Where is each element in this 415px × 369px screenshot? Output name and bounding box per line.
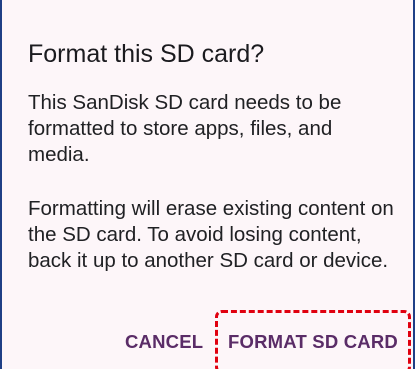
format-sd-card-dialog: Format this SD card? This SanDisk SD car… [0, 0, 415, 369]
dialog-title: Format this SD card? [28, 40, 265, 68]
dialog-actions: CANCEL FORMAT SD CARD [2, 310, 415, 369]
dialog-message-paragraph-1: This SanDisk SD card needs to be formatt… [28, 91, 342, 166]
cancel-button[interactable]: CANCEL [125, 324, 203, 360]
format-sd-card-button[interactable]: FORMAT SD CARD [215, 310, 411, 369]
dialog-message-paragraph-2: Formatting will erase existing content o… [28, 197, 394, 272]
